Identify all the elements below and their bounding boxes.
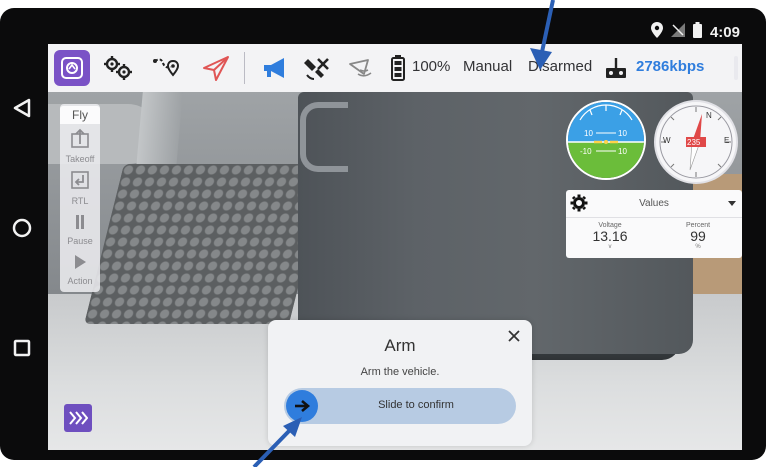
- android-nav-bar: [0, 8, 48, 460]
- toolbar-edge: [734, 56, 738, 80]
- voltage-value-cell: Voltage 13.16 v: [566, 222, 654, 250]
- no-signal-icon: [670, 23, 685, 41]
- back-icon[interactable]: [10, 96, 34, 120]
- telemetry-link-icon[interactable]: [598, 50, 634, 86]
- pause-icon: [76, 215, 84, 229]
- compass-east: E: [724, 136, 730, 145]
- slide-to-confirm-label: Slide to confirm: [378, 399, 454, 411]
- play-icon: [75, 255, 86, 269]
- arm-status[interactable]: Disarmed: [528, 58, 592, 75]
- percent-unit: %: [695, 244, 701, 250]
- main-toolbar: 100% Manual Disarmed 2786kbps: [48, 44, 742, 92]
- compass-west: W: [663, 136, 671, 145]
- megaphone-icon[interactable]: [258, 50, 294, 86]
- pitch-label-up-left: 10: [584, 129, 593, 138]
- link-data-rate[interactable]: 2786kbps: [636, 58, 704, 75]
- tablet-device: 4:09 100% Manual Disarmed 2786kbps Fly T…: [0, 8, 766, 460]
- compass-indicator: 235 N E W: [654, 100, 738, 184]
- recents-icon[interactable]: [10, 336, 34, 360]
- fly-view-icon[interactable]: [198, 50, 234, 86]
- voltage-unit: v: [608, 244, 612, 250]
- gps-off-icon[interactable]: [298, 50, 334, 86]
- app-screen: 100% Manual Disarmed 2786kbps Fly Takeof…: [48, 44, 742, 450]
- fly-tool-strip: Fly Takeoff RTL Pause Action: [60, 104, 100, 292]
- home-icon[interactable]: [10, 216, 34, 240]
- arm-dialog-message: Arm the vehicle.: [360, 366, 440, 378]
- values-panel-header[interactable]: Values: [566, 190, 742, 218]
- rtl-label: RTL: [71, 196, 89, 206]
- battery-icon[interactable]: [380, 50, 416, 86]
- arm-confirm-dialog: Arm Arm the vehicle. Slide to confirm: [268, 320, 532, 446]
- action-label: Action: [67, 276, 93, 286]
- close-icon[interactable]: [506, 328, 522, 344]
- attitude-indicator: 10 10 -10 10: [566, 100, 646, 180]
- slide-to-confirm-handle[interactable]: [286, 390, 318, 422]
- takeoff-icon: [71, 128, 89, 148]
- pitch-label-down-right: 10: [618, 147, 627, 156]
- battery-percent[interactable]: 100%: [412, 58, 450, 75]
- android-status-bar: 4:09: [650, 22, 740, 42]
- battery-status-icon: [692, 22, 702, 42]
- compass-north: N: [706, 111, 712, 120]
- video-case-handle: [300, 102, 348, 172]
- compass-heading: 235: [687, 138, 701, 147]
- plan-route-icon[interactable]: [148, 50, 184, 86]
- arrow-right-icon: [295, 400, 311, 412]
- pause-label: Pause: [67, 236, 93, 246]
- android-clock: 4:09: [709, 23, 740, 41]
- app-logo-button[interactable]: [54, 50, 90, 86]
- values-panel: Values Voltage 13.16 v Percent 99 %: [566, 190, 742, 258]
- pause-button[interactable]: Pause: [60, 214, 100, 246]
- takeoff-button[interactable]: Takeoff: [60, 128, 100, 164]
- takeoff-label: Takeoff: [65, 154, 95, 164]
- percent-value-cell: Percent 99 %: [654, 222, 742, 250]
- gears-icon[interactable]: [100, 50, 136, 86]
- percent-value: 99: [690, 228, 706, 244]
- toolbar-divider: [244, 52, 245, 84]
- fly-tool-title: Fly: [60, 106, 100, 124]
- slide-to-confirm-track[interactable]: Slide to confirm: [284, 388, 516, 424]
- pitch-label-down-left: -10: [580, 147, 592, 156]
- rtl-button[interactable]: RTL: [60, 170, 100, 206]
- rc-signal-icon[interactable]: [342, 50, 378, 86]
- location-icon: [650, 22, 663, 42]
- arm-dialog-title: Arm: [384, 336, 416, 355]
- voltage-value: 13.16: [592, 228, 628, 244]
- double-chevron-right-icon: [69, 411, 88, 425]
- action-button[interactable]: Action: [60, 254, 100, 286]
- chevron-down-icon[interactable]: [728, 201, 736, 206]
- values-panel-title: Values: [639, 198, 669, 209]
- pitch-label-up-right: 10: [618, 129, 627, 138]
- expand-toolbar-button[interactable]: [64, 404, 92, 432]
- return-home-icon: [71, 171, 89, 189]
- flight-mode-selector[interactable]: Manual: [463, 58, 512, 75]
- video-foam-pad: [84, 164, 329, 324]
